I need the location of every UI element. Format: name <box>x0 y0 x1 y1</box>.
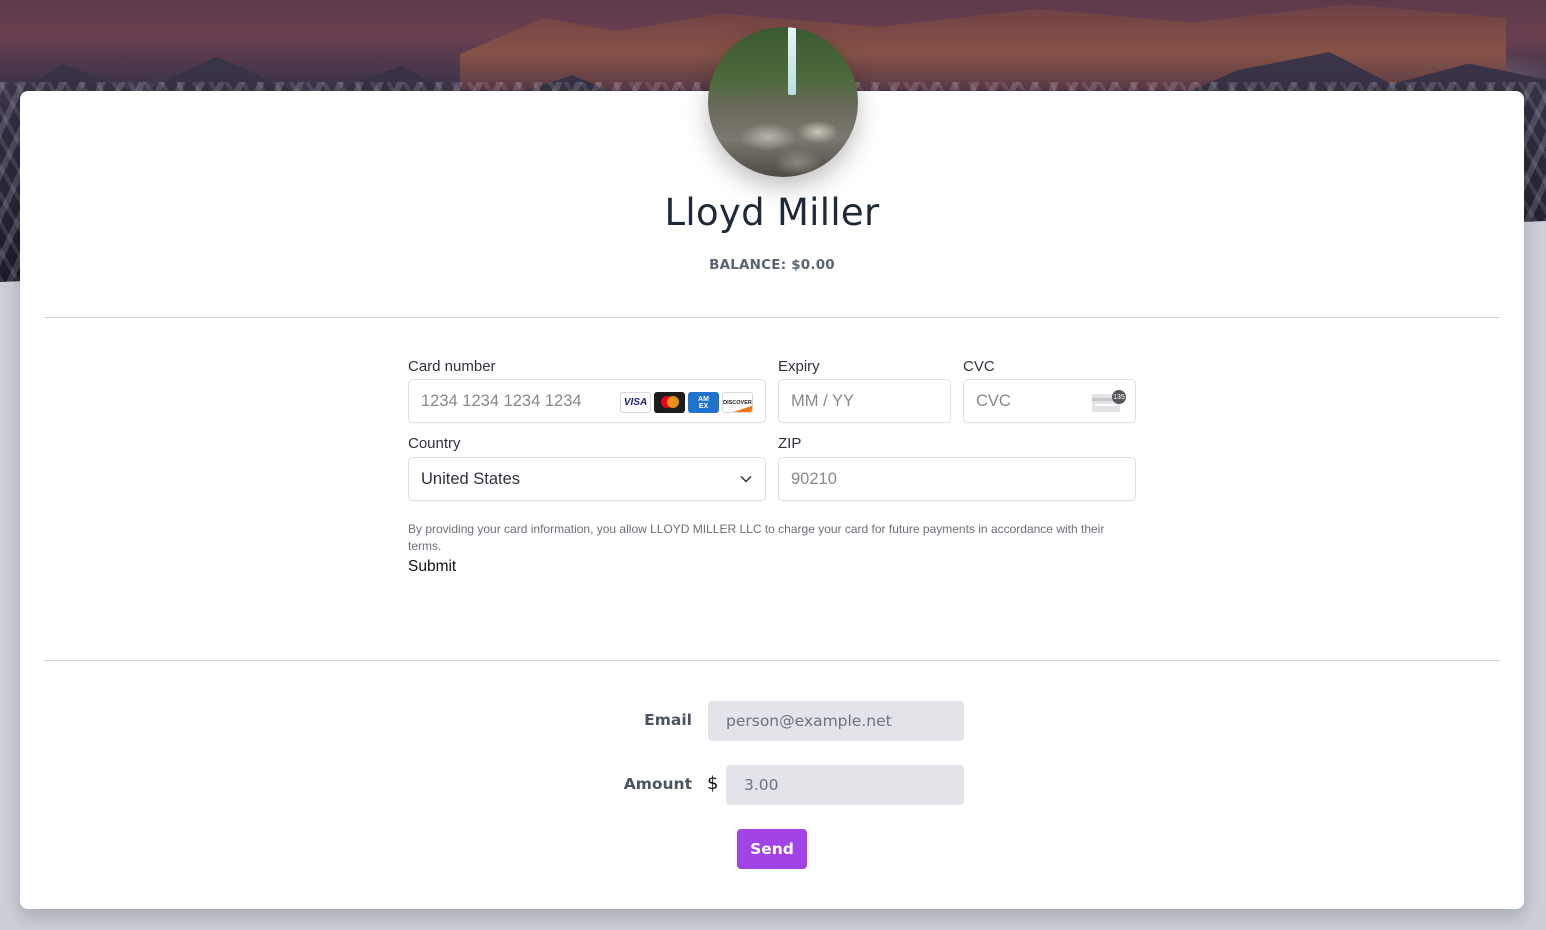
avatar <box>708 27 858 177</box>
cvc-label: CVC <box>963 358 995 375</box>
zip-input[interactable]: 90210 <box>778 457 1136 501</box>
terms-text: By providing your card information, you … <box>408 522 1105 553</box>
discover-icon: DISCOVER <box>722 392 753 413</box>
amount-input[interactable]: 3.00 <box>726 765 964 805</box>
waterfall-graphic <box>788 27 796 95</box>
email-label: Email <box>644 711 692 729</box>
zip-label: ZIP <box>778 435 802 452</box>
amount-label: Amount <box>623 775 692 793</box>
card-number-input[interactable]: 1234 1234 1234 1234 VISA AM EX DISCOVER <box>408 379 766 423</box>
card-number-label: Card number <box>408 358 496 375</box>
card-number-placeholder: 1234 1234 1234 1234 <box>421 391 582 410</box>
cvc-placeholder: CVC <box>976 391 1011 410</box>
cvc-badge: 135 <box>1112 390 1126 404</box>
email-placeholder: person@example.net <box>726 712 892 730</box>
profile-name: Lloyd Miller <box>664 191 880 234</box>
divider <box>44 317 1500 318</box>
mastercard-icon <box>654 392 685 413</box>
expiry-input[interactable]: MM / YY <box>778 379 951 423</box>
balance-label: BALANCE: $0.00 <box>709 257 835 273</box>
email-input[interactable]: person@example.net <box>708 701 964 741</box>
country-label: Country <box>408 435 461 452</box>
card-brands: VISA AM EX DISCOVER <box>620 392 753 413</box>
zip-placeholder: 90210 <box>791 469 837 488</box>
chevron-down-icon <box>740 475 752 483</box>
amex-icon: AM EX <box>688 392 719 413</box>
visa-icon: VISA <box>620 392 651 413</box>
submit-button[interactable]: Submit <box>408 558 456 576</box>
country-value: United States <box>421 469 521 488</box>
currency-symbol: $ <box>707 773 719 794</box>
country-select[interactable]: United States <box>408 457 766 501</box>
cvc-input[interactable]: CVC 135 <box>963 379 1136 423</box>
amount-placeholder: 3.00 <box>744 776 779 794</box>
divider <box>44 660 1500 661</box>
expiry-placeholder: MM / YY <box>791 391 854 410</box>
profile-card: Lloyd Miller BALANCE: $0.00 Card number … <box>20 27 1524 909</box>
send-button[interactable]: Send <box>737 829 807 869</box>
cvc-card-icon: 135 <box>1092 390 1126 412</box>
expiry-label: Expiry <box>778 358 820 375</box>
